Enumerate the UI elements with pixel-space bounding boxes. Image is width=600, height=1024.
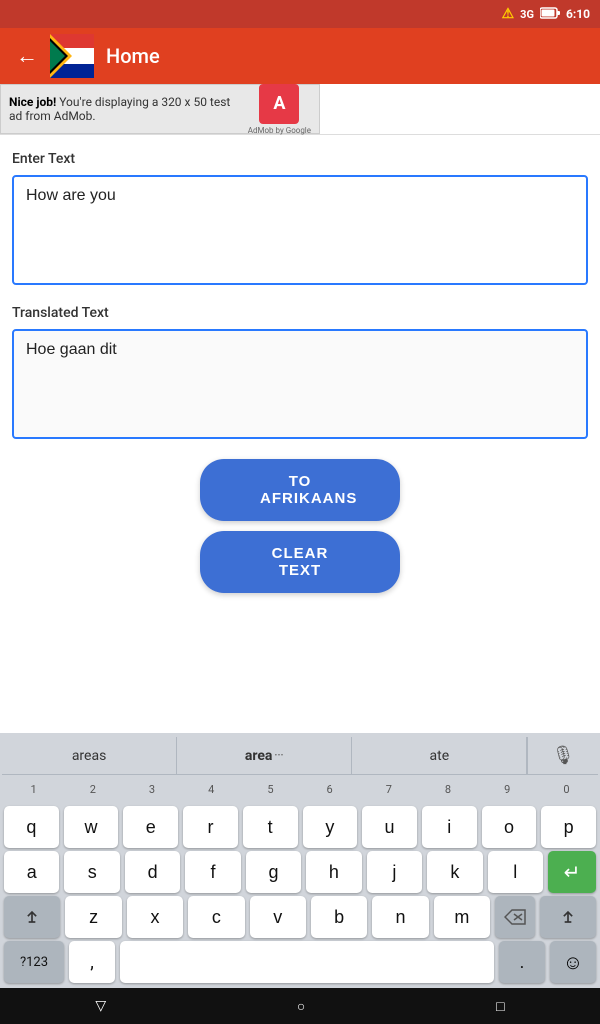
num-5[interactable]: 5 [241, 783, 300, 796]
app-bar: ← Home [0, 28, 600, 84]
app-title: Home [106, 44, 160, 68]
space-key[interactable] [120, 941, 494, 983]
alert-icon: ⚠ [502, 6, 515, 22]
key-h[interactable]: h [306, 851, 361, 893]
num-1[interactable]: 1 [4, 783, 63, 796]
back-button[interactable]: ← [16, 43, 38, 69]
period-key[interactable]: . [499, 941, 545, 983]
qwerty-row: q w e r t y u i o p [4, 806, 596, 848]
mic-button[interactable]: 🎙 [527, 737, 598, 774]
key-r[interactable]: r [183, 806, 238, 848]
autocomplete-cell-2[interactable]: area ··· [177, 737, 352, 774]
asdf-row: a s d f g h j k l ↵ [4, 851, 596, 893]
key-z[interactable]: z [65, 896, 121, 938]
status-bar: ⚠ 3G 6:10 [0, 0, 600, 28]
key-e[interactable]: e [123, 806, 178, 848]
backspace-icon [504, 909, 526, 925]
key-q[interactable]: q [4, 806, 59, 848]
key-w[interactable]: w [64, 806, 119, 848]
clear-button[interactable]: CLEAR TEXT [200, 531, 400, 593]
num-9[interactable]: 9 [478, 783, 537, 796]
shift-icon [22, 907, 42, 927]
translated-text-area: Hoe gaan dit [12, 329, 588, 439]
key-j[interactable]: j [367, 851, 422, 893]
key-a[interactable]: a [4, 851, 59, 893]
bottom-key-row: ?123 , . ☺ [4, 941, 596, 983]
key-m[interactable]: m [434, 896, 490, 938]
time-display: 6:10 [566, 7, 590, 21]
signal-indicator: 3G [520, 8, 534, 21]
sym-key[interactable]: ?123 [4, 941, 64, 983]
num-4[interactable]: 4 [182, 783, 241, 796]
key-c[interactable]: c [188, 896, 244, 938]
enter-key[interactable]: ↵ [548, 851, 596, 893]
main-content: Enter Text How are you Translated Text H… [0, 135, 600, 733]
ad-text: Nice job! You're displaying a 320 x 50 t… [9, 95, 240, 123]
number-row: 1 2 3 4 5 6 7 8 9 0 [2, 775, 598, 803]
translate-button[interactable]: TO AFRIKAANS [200, 459, 400, 521]
nav-back-button[interactable]: ▽ [95, 998, 106, 1014]
buttons-container: TO AFRIKAANS CLEAR TEXT [12, 459, 588, 593]
key-v[interactable]: v [250, 896, 306, 938]
num-0[interactable]: 0 [537, 783, 596, 796]
autocomplete-row: areas area ··· ate 🎙 [2, 737, 598, 775]
num-6[interactable]: 6 [300, 783, 359, 796]
key-g[interactable]: g [246, 851, 301, 893]
app-logo [50, 34, 94, 78]
keyboard: areas area ··· ate 🎙 1 2 3 4 5 6 7 8 9 0… [0, 733, 600, 988]
system-nav-bar: ▽ ○ □ [0, 988, 600, 1024]
nav-recent-button[interactable]: □ [496, 998, 504, 1015]
mic-icon: 🎙 [552, 745, 575, 766]
zxcv-row: z x c v b n m [4, 896, 596, 938]
shift-key-right[interactable] [540, 896, 596, 938]
key-o[interactable]: o [482, 806, 537, 848]
num-7[interactable]: 7 [359, 783, 418, 796]
key-d[interactable]: d [125, 851, 180, 893]
nav-home-button[interactable]: ○ [297, 998, 305, 1015]
key-u[interactable]: u [362, 806, 417, 848]
num-8[interactable]: 8 [418, 783, 477, 796]
num-2[interactable]: 2 [63, 783, 122, 796]
backspace-key[interactable] [495, 896, 534, 938]
shift-key[interactable] [4, 896, 60, 938]
admob-logo: A [259, 84, 299, 124]
shift-right-icon [558, 907, 578, 927]
key-f[interactable]: f [185, 851, 240, 893]
input-text-area[interactable]: How are you [12, 175, 588, 285]
key-t[interactable]: t [243, 806, 298, 848]
key-p[interactable]: p [541, 806, 596, 848]
battery-icon [540, 7, 560, 22]
key-y[interactable]: y [303, 806, 358, 848]
key-k[interactable]: k [427, 851, 482, 893]
translated-label: Translated Text [12, 305, 588, 321]
key-b[interactable]: b [311, 896, 367, 938]
num-3[interactable]: 3 [122, 783, 181, 796]
key-x[interactable]: x [127, 896, 183, 938]
ad-banner: Nice job! You're displaying a 320 x 50 t… [0, 84, 600, 135]
key-n[interactable]: n [372, 896, 428, 938]
key-l[interactable]: l [488, 851, 543, 893]
comma-key[interactable]: , [69, 941, 115, 983]
autocomplete-cell-3[interactable]: ate [352, 737, 527, 774]
ad-sub-text: AdMob by Google [248, 126, 311, 135]
input-label: Enter Text [12, 151, 588, 167]
emoji-key[interactable]: ☺ [550, 941, 596, 983]
key-s[interactable]: s [64, 851, 119, 893]
autocomplete-cell-1[interactable]: areas [2, 737, 177, 774]
key-i[interactable]: i [422, 806, 477, 848]
